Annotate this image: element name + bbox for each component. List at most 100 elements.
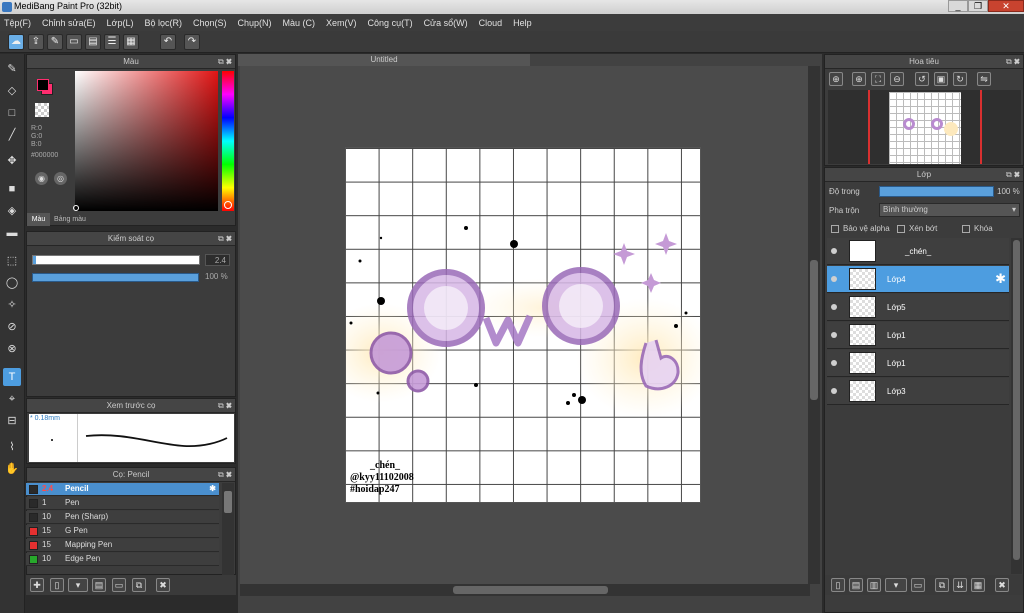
- text-tool-icon[interactable]: T: [3, 368, 21, 386]
- rotate-right-icon[interactable]: ↻: [953, 72, 967, 86]
- visibility-eye-icon[interactable]: [831, 276, 837, 282]
- menu-view[interactable]: Xem(V): [326, 18, 357, 28]
- maximize-button[interactable]: ❐: [968, 0, 988, 12]
- new-halftone-layer-icon[interactable]: ▤: [849, 578, 863, 592]
- visibility-eye-icon[interactable]: [831, 360, 837, 366]
- brush-item-g-pen[interactable]: 15 G Pen: [26, 525, 219, 538]
- lasso-tool-icon[interactable]: ◯: [3, 274, 21, 292]
- menu-file[interactable]: Tệp(F): [4, 18, 31, 28]
- layer-folder-icon[interactable]: ▭: [911, 578, 925, 592]
- layer-row-lop5[interactable]: Lớp5: [827, 294, 1009, 321]
- add-brush-icon[interactable]: ✚: [30, 578, 44, 592]
- menu-edit[interactable]: Chỉnh sửa(E): [42, 18, 96, 28]
- delete-layer-icon[interactable]: ✖: [995, 578, 1009, 592]
- brush-settings-icon[interactable]: ▤: [92, 578, 106, 592]
- brush-size-slider[interactable]: [32, 255, 200, 265]
- zoom-in-alt-icon[interactable]: ⊕: [852, 72, 866, 86]
- panel-close-icon[interactable]: ⧉ ✖: [218, 232, 232, 245]
- layer-menu-icon[interactable]: ▾: [885, 578, 907, 592]
- visibility-eye-icon[interactable]: [831, 248, 837, 254]
- duplicate-layer-icon[interactable]: ⧉: [935, 578, 949, 592]
- magic-wand-tool-icon[interactable]: ✧: [3, 296, 21, 314]
- new-layer-icon[interactable]: ▯: [831, 578, 845, 592]
- select-rect-tool-icon[interactable]: ⬚: [3, 252, 21, 270]
- menu-cloud[interactable]: Cloud: [479, 18, 503, 28]
- redo-icon[interactable]: ↷: [184, 34, 200, 50]
- protect-alpha-checkbox[interactable]: [831, 225, 839, 233]
- select-eraser-tool-icon[interactable]: ⊗: [3, 340, 21, 358]
- brush-item-pen[interactable]: 1 Pen: [26, 497, 219, 510]
- gear-icon[interactable]: ✱: [995, 271, 1006, 287]
- divide-tool-icon[interactable]: ⊟: [3, 412, 21, 430]
- visibility-eye-icon[interactable]: [831, 388, 837, 394]
- menu-layer[interactable]: Lớp(L): [107, 18, 134, 28]
- zoom-out-icon[interactable]: ⊖: [890, 72, 904, 86]
- bucket-tool-icon[interactable]: ◈: [3, 202, 21, 220]
- document-tab[interactable]: Untitled: [238, 54, 530, 66]
- layer-row-lop1-b[interactable]: Lớp1: [827, 350, 1009, 377]
- fit-window-icon[interactable]: ⛶: [871, 72, 885, 86]
- reset-view-icon[interactable]: ▣: [934, 72, 948, 86]
- list-icon[interactable]: ☰: [104, 34, 120, 50]
- duplicate-icon[interactable]: ⧉: [132, 578, 146, 592]
- layer-scrollbar[interactable]: [1011, 238, 1022, 574]
- cloud-icon[interactable]: ☁: [8, 34, 24, 50]
- zoom-in-icon[interactable]: ⊕: [829, 72, 843, 86]
- fill-rect-tool-icon[interactable]: ■: [3, 180, 21, 198]
- brush-item-pencil[interactable]: 2.4 Pencil ✱: [26, 483, 219, 496]
- menu-snap[interactable]: Chụp(N): [238, 18, 272, 28]
- select-pen-tool-icon[interactable]: ⊘: [3, 318, 21, 336]
- panel-close-icon[interactable]: ⧉ ✖: [218, 399, 232, 412]
- trash-icon[interactable]: ✖: [156, 578, 170, 592]
- layer-row-lop4[interactable]: Lớp4 ✱: [827, 266, 1009, 293]
- layer-row-lop1-a[interactable]: Lớp1: [827, 322, 1009, 349]
- brush-opacity-slider[interactable]: [32, 273, 199, 282]
- lock-checkbox[interactable]: [962, 225, 970, 233]
- brush-list-scrollbar[interactable]: [222, 483, 234, 575]
- comment-icon[interactable]: ✎: [47, 34, 63, 50]
- blend-mode-select[interactable]: Bình thường ▾: [879, 203, 1020, 217]
- menu-filter[interactable]: Bộ lọc(R): [144, 18, 182, 28]
- panel-close-icon[interactable]: ⧉ ✖: [218, 55, 232, 68]
- brush-size-value[interactable]: 2.4: [205, 254, 230, 266]
- eraser-tool-icon[interactable]: ◇: [3, 82, 21, 100]
- color-picker-icon[interactable]: ◎: [54, 172, 67, 185]
- layer-opacity-slider[interactable]: [879, 186, 994, 197]
- menu-tools[interactable]: Công cụ(T): [368, 18, 413, 28]
- vertical-scrollbar[interactable]: [808, 66, 820, 584]
- eyedropper-tool-icon[interactable]: ⌇: [3, 438, 21, 456]
- gradient-tool-icon[interactable]: ▬: [3, 224, 21, 242]
- move-tool-icon[interactable]: ✥: [3, 152, 21, 170]
- hand-tool-icon[interactable]: ✋: [3, 460, 21, 478]
- operation-tool-icon[interactable]: ⌖: [3, 390, 21, 408]
- brush-item-pen-sharp[interactable]: 10 Pen (Sharp): [26, 511, 219, 524]
- layer-row-lop3[interactable]: Lớp3: [827, 378, 1009, 405]
- chat-icon[interactable]: ▭: [66, 34, 82, 50]
- rotate-left-icon[interactable]: ↺: [915, 72, 929, 86]
- panel-close-icon[interactable]: ⧉ ✖: [1006, 168, 1020, 181]
- merge-layer-icon[interactable]: ⇊: [953, 578, 967, 592]
- undo-icon[interactable]: ↶: [160, 34, 176, 50]
- new-brush-icon[interactable]: ▯: [50, 578, 64, 592]
- clip-checkbox[interactable]: [897, 225, 905, 233]
- brush-tool-icon[interactable]: ✎: [3, 60, 21, 78]
- panel-close-icon[interactable]: ⧉ ✖: [1006, 55, 1020, 68]
- menu-select[interactable]: Chọn(S): [193, 18, 227, 28]
- menu-window[interactable]: Cửa sổ(W): [424, 18, 468, 28]
- layer-property-icon[interactable]: ▦: [971, 578, 985, 592]
- panel-close-icon[interactable]: ⧉ ✖: [218, 468, 232, 481]
- tab-color[interactable]: Màu: [27, 213, 50, 226]
- folder-icon[interactable]: ▭: [112, 578, 126, 592]
- hue-slider[interactable]: [222, 71, 234, 211]
- drawing-canvas[interactable]: _chén_ @kyy11102008 #hoidap247: [345, 147, 701, 503]
- layer-row-chen[interactable]: _chén_: [827, 238, 1009, 265]
- minimize-button[interactable]: _: [948, 0, 968, 12]
- document-icon[interactable]: ▤: [85, 34, 101, 50]
- horizontal-scrollbar[interactable]: [240, 584, 810, 596]
- brush-item-edge-pen[interactable]: 10 Edge Pen: [26, 553, 219, 566]
- tab-palette[interactable]: Bảng màu: [51, 213, 89, 226]
- palette-icon[interactable]: ◉: [35, 172, 48, 185]
- brush-item-mapping-pen[interactable]: 15 Mapping Pen: [26, 539, 219, 552]
- menu-color[interactable]: Màu (C): [283, 18, 316, 28]
- upload-icon[interactable]: ⇪: [28, 34, 44, 50]
